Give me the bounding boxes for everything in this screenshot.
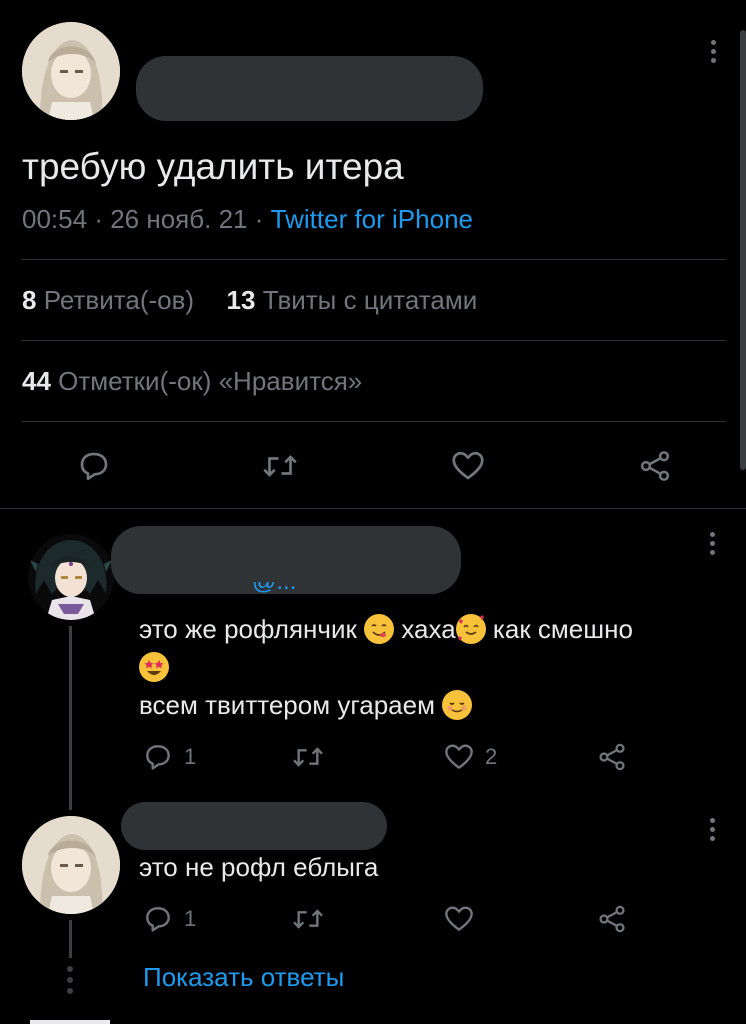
avatar-image — [22, 816, 120, 914]
yum-emoji-icon — [364, 614, 395, 644]
share-icon — [640, 451, 670, 481]
star-struck-emoji-icon — [139, 652, 169, 682]
retweet-icon — [293, 747, 323, 767]
retweets-label: Ретвита(-ов) — [43, 285, 195, 315]
meta-separator: · — [94, 204, 103, 234]
thread-line — [69, 626, 72, 810]
reply-text-part: как смешно — [492, 614, 633, 644]
quotes-label: Твиты с цитатами — [262, 285, 478, 315]
relieved-emoji-icon — [442, 690, 473, 720]
share-icon — [599, 905, 625, 933]
reply-author-avatar[interactable] — [28, 534, 114, 620]
bottom-edge-fragment — [30, 1020, 110, 1024]
heart-icon — [452, 451, 484, 480]
like-button[interactable]: 2 — [443, 741, 497, 773]
more-vertical-icon[interactable] — [710, 40, 716, 63]
retweets-count: 8 — [22, 285, 37, 315]
tweet-meta: 00:54 · 26 нояб. 21 · Twitter for iPhone — [22, 204, 473, 235]
tweet-source-link[interactable]: Twitter for iPhone — [271, 204, 473, 234]
reply-text-part: это же рофлянчик — [139, 614, 357, 644]
reply-count: 1 — [184, 744, 197, 769]
thread-dots — [67, 966, 73, 994]
reply-handle-cutoff: @... — [252, 582, 382, 596]
retweet-button[interactable] — [290, 903, 326, 935]
reply-button[interactable]: 1 — [142, 903, 196, 935]
avatar-image — [28, 534, 114, 620]
reply-handle: @... — [252, 582, 382, 596]
reply-icon — [146, 907, 170, 932]
tweet-stats-row: 8 Ретвита(-ов) 13 Твиты с цитатами — [22, 285, 477, 316]
divider — [22, 340, 726, 341]
heart-icon — [445, 744, 473, 769]
like-button[interactable] — [443, 903, 475, 935]
likes-stat[interactable]: 44 Отметки(-ок) «Нравится» — [22, 366, 362, 397]
reply-button[interactable]: 1 — [142, 741, 196, 773]
reply-text: это не рофл еблыга — [139, 852, 379, 882]
like-count: 2 — [485, 744, 498, 769]
reply-author-avatar[interactable] — [22, 816, 120, 914]
retweets-stat[interactable]: 8 Ретвита(-ов) — [22, 285, 201, 315]
reply-text-line-3: всем твиттером угараем — [139, 686, 729, 724]
more-vertical-icon[interactable] — [709, 532, 715, 555]
like-button[interactable] — [449, 448, 487, 484]
reply-text-part: хаха — [401, 614, 456, 644]
share-icon — [599, 743, 625, 771]
likes-label: Отметки(-ок) «Нравится» — [58, 366, 363, 396]
likes-count: 44 — [22, 366, 51, 396]
author-avatar[interactable] — [22, 22, 120, 120]
retweet-button[interactable] — [290, 741, 326, 773]
reply-text: это же рофлянчик хаха как смешно всем тв… — [139, 610, 729, 724]
reply-icon — [80, 452, 108, 481]
reply-text-part: всем твиттером угараем — [139, 690, 435, 720]
retweet-button[interactable] — [260, 448, 300, 484]
divider — [22, 421, 726, 422]
more-vertical-icon[interactable] — [709, 818, 715, 841]
reply-text-line-2 — [139, 648, 729, 686]
smiling-hearts-emoji-icon — [455, 614, 486, 644]
reply-button[interactable] — [76, 448, 112, 484]
section-divider — [0, 508, 746, 509]
tweet-text: требую удалить итера — [22, 146, 404, 187]
reply-icon — [146, 745, 170, 770]
heart-icon — [445, 906, 473, 931]
quotes-stat[interactable]: 13 Твиты с цитатами — [227, 285, 478, 315]
tweet-time: 00:54 — [22, 204, 88, 234]
share-button[interactable] — [596, 741, 628, 773]
meta-separator: · — [254, 204, 264, 234]
quotes-count: 13 — [226, 285, 256, 315]
reply-author-name-redacted — [121, 802, 387, 850]
share-button[interactable] — [636, 448, 674, 484]
show-replies-link[interactable]: Показать ответы — [143, 962, 344, 993]
retweet-icon — [293, 909, 323, 929]
tweet-date: 26 нояб. 21 — [110, 204, 248, 234]
share-button[interactable] — [596, 903, 628, 935]
thread-line — [69, 920, 72, 958]
retweet-icon — [263, 455, 297, 477]
author-name-redacted — [136, 56, 483, 121]
divider — [22, 259, 726, 260]
reply-count: 1 — [184, 906, 197, 931]
reply-text-line-1: это же рофлянчик хаха как смешно — [139, 610, 729, 648]
avatar-image — [22, 22, 120, 120]
scrollbar[interactable] — [740, 30, 746, 470]
